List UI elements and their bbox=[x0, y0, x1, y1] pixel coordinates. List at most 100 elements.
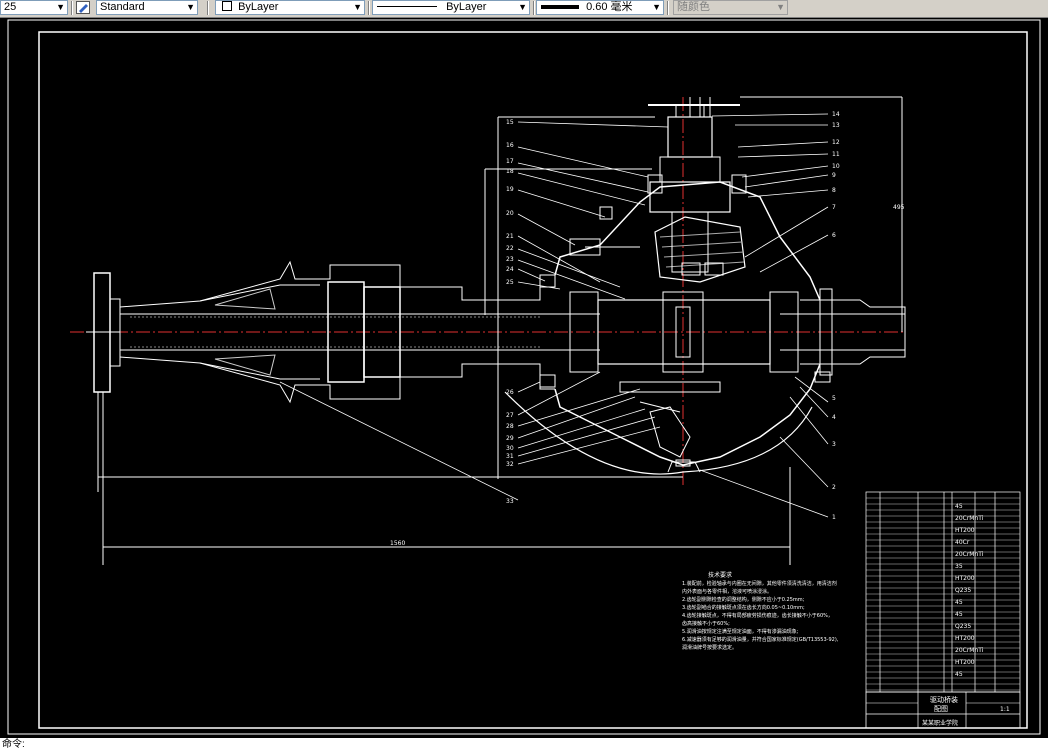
part-label: 17 bbox=[506, 158, 514, 165]
toolbar-separator bbox=[71, 1, 73, 15]
textstyle-dropdown[interactable]: Standard ▼ bbox=[96, 0, 198, 15]
note-line: 5.润滑油按规定注满至规定油面，不得有渗漏油现象; bbox=[682, 628, 799, 635]
part-label: 25 bbox=[506, 279, 514, 286]
part-label: 7 bbox=[832, 204, 836, 211]
part-label: 8 bbox=[832, 187, 836, 194]
part-label: 21 bbox=[506, 233, 514, 240]
bom-material: HT200 bbox=[955, 635, 975, 642]
part-label: 29 bbox=[506, 435, 514, 442]
chevron-down-icon: ▼ bbox=[353, 2, 362, 12]
bom-material: 20CrMnTi bbox=[955, 551, 984, 558]
bom-material: 35 bbox=[955, 563, 963, 570]
part-label: 3 bbox=[832, 441, 836, 448]
note-line: 4.齿轮接触斑点，不得有局部疲劳损伤痕迹，齿长接触不小于60%， bbox=[682, 612, 833, 619]
textstyle-icon bbox=[76, 1, 90, 14]
chevron-down-icon: ▼ bbox=[776, 2, 785, 12]
assembly-section-view: 1560 495 bbox=[70, 96, 906, 565]
bom-material: HT200 bbox=[955, 575, 975, 582]
part-label: 18 bbox=[506, 168, 514, 175]
part-label: 23 bbox=[506, 256, 514, 263]
bom-material: 40Cr bbox=[955, 539, 970, 546]
cad-drawing-canvas[interactable]: 1560 495 14 13 12 11 10 9 8 7 6 5 4 3 2 … bbox=[0, 17, 1048, 738]
svg-text:1560: 1560 bbox=[390, 540, 405, 547]
bom-material: 20CrMnTi bbox=[955, 647, 984, 654]
note-line: 内外表面与各零件相，溶液可喷涂浸涂。 bbox=[682, 588, 772, 595]
part-labels-left: 15 16 17 18 19 20 21 22 23 24 25 26 27 2… bbox=[506, 119, 514, 505]
part-label: 16 bbox=[506, 142, 514, 149]
part-label: 33 bbox=[506, 498, 514, 505]
bom-material: 45 bbox=[955, 599, 963, 606]
title-block: 驱动桥装 配图 某某职业学院 1:1 bbox=[865, 691, 1021, 729]
properties-toolbar: 25 ▼ Standard ▼ ByLayer ▼ ByLayer ▼ 0.60… bbox=[0, 0, 1048, 18]
part-label: 2 bbox=[832, 484, 836, 491]
part-label: 28 bbox=[506, 423, 514, 430]
note-line: 润滑油牌号按要求选定。 bbox=[682, 644, 737, 651]
school-name: 某某职业学院 bbox=[922, 719, 958, 727]
color-value: ByLayer bbox=[238, 1, 279, 13]
chevron-down-icon: ▼ bbox=[518, 2, 527, 12]
bom-materials: 45 20CrMnTi HT200 40Cr 20CrMnTi 35 HT200… bbox=[955, 503, 984, 678]
note-line: 2.齿轮副侧隙检查的调整结构，侧隙不应小于0.25mm; bbox=[682, 596, 805, 603]
bom-material: 45 bbox=[955, 611, 963, 618]
bom-material: HT200 bbox=[955, 527, 975, 534]
textstyle-value: Standard bbox=[100, 1, 145, 13]
part-label: 15 bbox=[506, 119, 514, 126]
lineweight-line-icon bbox=[541, 5, 579, 9]
part-label: 32 bbox=[506, 461, 514, 468]
bom-material: 45 bbox=[955, 671, 963, 678]
part-label: 24 bbox=[506, 266, 514, 273]
toolbar-separator bbox=[667, 1, 669, 15]
part-label: 14 bbox=[832, 111, 840, 118]
technical-notes: 技术要求 1.装配前，检验轴承与内圈在无间隙，其他零件须清洗清洁，用清洁剂 内外… bbox=[682, 571, 839, 651]
part-label: 11 bbox=[832, 151, 840, 158]
drawing-scale: 1:1 bbox=[1000, 706, 1010, 713]
part-label: 4 bbox=[832, 414, 836, 421]
drawing-frame bbox=[38, 31, 1028, 729]
color-swatch-icon bbox=[222, 1, 232, 11]
part-label: 27 bbox=[506, 412, 514, 419]
part-label: 26 bbox=[506, 389, 514, 396]
part-label: 31 bbox=[506, 453, 514, 460]
notes-title: 技术要求 bbox=[708, 571, 732, 579]
toolbar-separator bbox=[207, 1, 209, 15]
part-label: 1 bbox=[832, 514, 836, 521]
chevron-down-icon: ▼ bbox=[186, 2, 195, 12]
bom-table bbox=[865, 491, 1021, 693]
plotstyle-value: 随颜色 bbox=[677, 1, 710, 13]
note-line: 3.齿轮副啮合的接触斑点须在齿长方向0.05~0.10mm; bbox=[682, 604, 805, 611]
plotstyle-dropdown: 随颜色 ▼ bbox=[673, 0, 788, 15]
chevron-down-icon: ▼ bbox=[652, 2, 661, 12]
linetype-value: ByLayer bbox=[446, 1, 487, 13]
part-label: 5 bbox=[832, 395, 836, 402]
toolbar-separator bbox=[533, 1, 535, 15]
part-label: 6 bbox=[832, 232, 836, 239]
color-dropdown[interactable]: ByLayer ▼ bbox=[215, 0, 365, 15]
layer-dropdown[interactable]: 25 ▼ bbox=[0, 0, 68, 15]
part-label: 30 bbox=[506, 445, 514, 452]
chevron-down-icon: ▼ bbox=[56, 2, 65, 12]
drawing-title: 驱动桥装 bbox=[930, 695, 958, 704]
bom-material: Q235 bbox=[955, 587, 971, 594]
bom-material: 20CrMnTi bbox=[955, 515, 984, 522]
drawing-subtitle: 配图 bbox=[934, 705, 948, 713]
svg-text:495: 495 bbox=[893, 204, 905, 211]
lineweight-value: 0.60 毫米 bbox=[586, 1, 633, 13]
part-label: 19 bbox=[506, 186, 514, 193]
bom-material: 45 bbox=[955, 503, 963, 510]
part-label: 20 bbox=[506, 210, 514, 217]
part-label: 13 bbox=[832, 122, 840, 129]
part-label: 22 bbox=[506, 245, 514, 252]
note-line: 齿高接触不小于60%; bbox=[682, 620, 730, 627]
part-labels-right: 14 13 12 11 10 9 8 7 6 5 4 3 2 1 bbox=[832, 111, 840, 521]
note-line: 6.减速器须有足够的润滑油量，并符合国家标准规定(GB/T13553-92), bbox=[682, 636, 839, 643]
part-label: 9 bbox=[832, 172, 836, 179]
linetype-line-icon bbox=[377, 6, 437, 7]
bom-material: HT200 bbox=[955, 659, 975, 666]
lineweight-dropdown[interactable]: 0.60 毫米 ▼ bbox=[536, 0, 664, 15]
linetype-dropdown[interactable]: ByLayer ▼ bbox=[372, 0, 530, 15]
note-line: 1.装配前，检验轴承与内圈在无间隙，其他零件须清洗清洁，用清洁剂 bbox=[682, 580, 837, 587]
command-line[interactable]: 命令: bbox=[0, 738, 1048, 752]
bom-material: Q235 bbox=[955, 623, 971, 630]
part-label: 10 bbox=[832, 163, 840, 170]
toolbar-separator bbox=[368, 1, 370, 15]
